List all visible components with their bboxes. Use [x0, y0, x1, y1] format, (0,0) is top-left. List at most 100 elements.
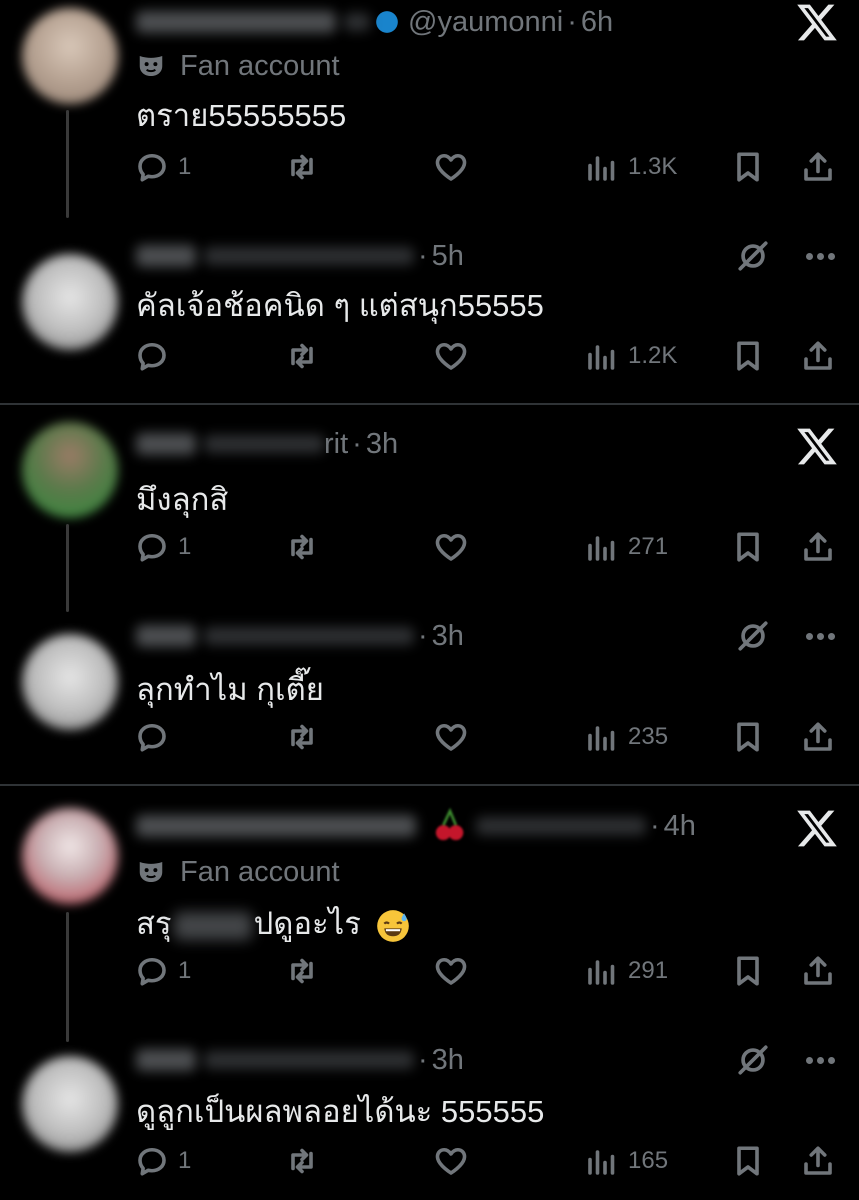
share-button[interactable] [800, 145, 836, 189]
handle[interactable]: rit [324, 428, 348, 461]
reply-button[interactable]: 1 [134, 949, 191, 993]
grok-icon[interactable] [736, 239, 770, 273]
retweet-button[interactable] [284, 949, 320, 993]
reply-icon [138, 957, 166, 986]
bookmark-button[interactable] [730, 525, 766, 569]
share-button[interactable] [800, 1139, 836, 1183]
reply-icon [138, 342, 166, 371]
views-button[interactable]: 1.2K [584, 334, 677, 378]
x-logo-icon[interactable] [795, 424, 839, 468]
retweet-button[interactable] [284, 715, 320, 759]
bookmark-icon [737, 532, 759, 562]
tweet-text: ดูลูกเป็นผลพลอยได้นะ 555555 [136, 1094, 545, 1129]
grok-icon[interactable] [736, 1043, 770, 1077]
tweet-header: · 3h [136, 1038, 464, 1082]
views-count: 271 [628, 533, 669, 560]
action-bar: 1 291 [0, 949, 859, 993]
like-button[interactable] [433, 525, 469, 569]
separator: · [567, 5, 577, 38]
bookmark-button[interactable] [730, 715, 766, 759]
x-logo-icon[interactable] [795, 0, 839, 44]
like-button[interactable] [433, 949, 469, 993]
handle-blurred[interactable] [204, 627, 414, 645]
share-button[interactable] [800, 334, 836, 378]
share-icon [804, 956, 832, 985]
handle-blurred[interactable] [204, 247, 414, 265]
display-name[interactable] [136, 1049, 196, 1071]
like-button[interactable] [433, 1139, 469, 1183]
share-button[interactable] [800, 715, 836, 759]
thread-divider [0, 784, 859, 786]
like-button[interactable] [433, 145, 469, 189]
reply-button[interactable]: 1 [134, 1139, 191, 1183]
separator: · [418, 1043, 428, 1076]
cherry-icon [435, 807, 464, 841]
handle[interactable]: @yaumonni [408, 6, 563, 39]
handle-blurred[interactable] [204, 435, 324, 453]
avatar[interactable] [22, 1056, 118, 1152]
timestamp[interactable]: 3h [432, 620, 464, 653]
action-bar: 235 [0, 715, 859, 759]
share-icon [804, 722, 832, 751]
display-name[interactable] [136, 245, 196, 267]
retweet-button[interactable] [284, 1139, 320, 1183]
reply-count: 1 [178, 533, 192, 560]
reply-tools [736, 234, 837, 278]
retweet-icon [291, 958, 313, 984]
verified-icon [376, 11, 398, 33]
bookmark-icon [737, 152, 759, 182]
fan-mask-icon [139, 56, 163, 76]
timestamp[interactable]: 6h [581, 6, 613, 39]
handle-blurred[interactable] [476, 817, 646, 835]
display-name[interactable] [136, 11, 336, 33]
more-icon[interactable] [804, 1051, 837, 1069]
avatar[interactable] [22, 422, 118, 518]
avatar[interactable] [22, 808, 118, 904]
retweet-button[interactable] [284, 525, 320, 569]
views-icon [588, 960, 615, 985]
display-name[interactable] [136, 815, 416, 837]
share-button[interactable] [800, 949, 836, 993]
views-count: 1.3K [628, 153, 678, 180]
timestamp[interactable]: 3h [432, 1044, 464, 1077]
views-button[interactable]: 271 [584, 525, 668, 569]
timestamp[interactable]: 4h [664, 810, 696, 843]
heart-icon [435, 1147, 467, 1175]
display-name[interactable] [136, 433, 196, 455]
share-button[interactable] [800, 525, 836, 569]
more-icon[interactable] [804, 247, 837, 265]
bookmark-button[interactable] [730, 145, 766, 189]
account-label-text: Fan account [180, 855, 340, 888]
separator: · [418, 619, 428, 652]
share-icon [804, 152, 832, 181]
share-icon [804, 1146, 832, 1175]
retweet-icon [291, 343, 313, 369]
bookmark-button[interactable] [730, 334, 766, 378]
more-icon[interactable] [804, 627, 837, 645]
tweet-text: มึงลุกสิ [136, 482, 229, 517]
views-button[interactable]: 291 [584, 949, 668, 993]
retweet-button[interactable] [284, 334, 320, 378]
views-button[interactable]: 235 [584, 715, 668, 759]
retweet-icon [291, 154, 313, 180]
bookmark-button[interactable] [730, 1139, 766, 1183]
timestamp[interactable]: 3h [366, 428, 398, 461]
reply-button[interactable]: 1 [134, 145, 191, 189]
timestamp[interactable]: 5h [432, 240, 464, 273]
x-logo-icon[interactable] [795, 806, 839, 850]
views-button[interactable]: 1.3K [584, 145, 677, 189]
views-button[interactable]: 165 [584, 1139, 668, 1183]
bookmark-icon [737, 341, 759, 371]
retweet-button[interactable] [284, 145, 320, 189]
reply-button[interactable]: 1 [134, 525, 191, 569]
like-button[interactable] [433, 334, 469, 378]
like-button[interactable] [433, 715, 469, 759]
avatar[interactable] [22, 8, 118, 104]
bookmark-icon [737, 956, 759, 986]
handle-blurred[interactable] [204, 1051, 414, 1069]
reply-button[interactable] [134, 715, 178, 759]
reply-button[interactable] [134, 334, 178, 378]
bookmark-button[interactable] [730, 949, 766, 993]
display-name[interactable] [136, 625, 196, 647]
grok-icon[interactable] [736, 619, 770, 653]
